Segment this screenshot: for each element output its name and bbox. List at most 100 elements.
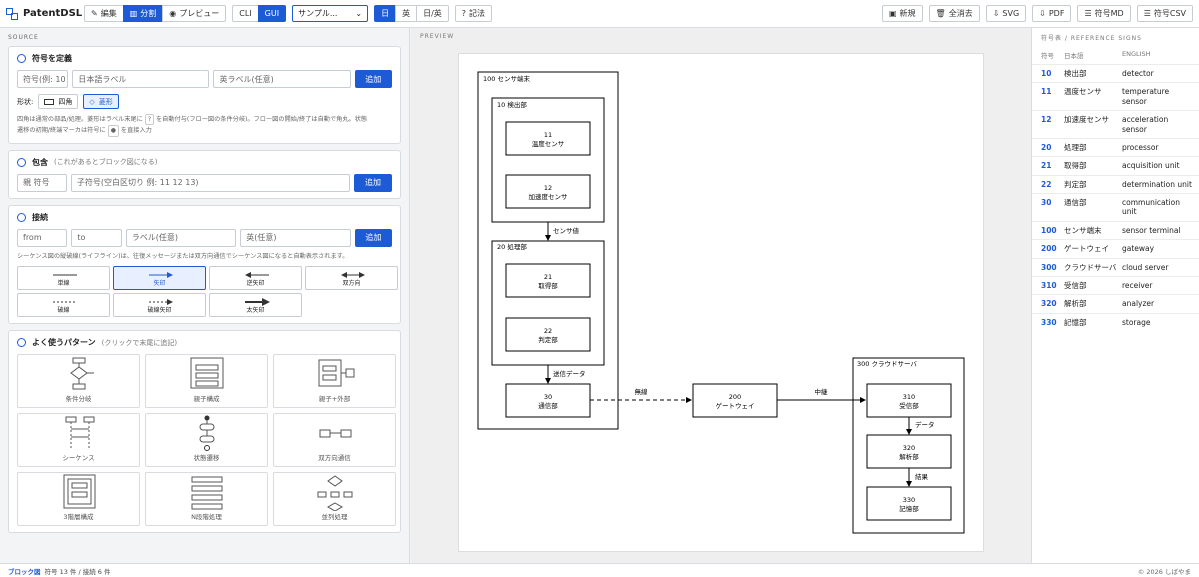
gui-button[interactable]: GUI — [257, 5, 287, 22]
pattern-parent-child-external[interactable]: 親子+外部 — [273, 354, 396, 409]
define-symbol-header: 符号を定義 — [17, 53, 392, 64]
connection-english-input[interactable]: 英(任意) — [240, 228, 351, 247]
add-contain-button[interactable]: 追加 — [354, 173, 392, 192]
pattern-n-stage[interactable]: N段階処理 — [145, 472, 268, 527]
pencil-icon: ✎ — [91, 9, 98, 18]
pattern-condition-branch[interactable]: 条件分岐 — [17, 354, 140, 409]
pattern-parent-child[interactable]: 親子構成 — [145, 354, 268, 409]
list-icon: ☰ — [1084, 9, 1092, 18]
diagram-mode-badge: ブロック図 — [8, 567, 41, 576]
children-symbol-input[interactable]: 子符号(空白区切り 例: 11 12 13) — [70, 173, 351, 192]
arrow-style-grid: 単線 矢印 逆矢印 双方向 破線 破線矢印 太矢印 — [17, 266, 398, 318]
view-mode-group: ✎ 編集 ▥ 分割 ◉ プレビュー — [84, 5, 227, 22]
pattern-parallel[interactable]: 並列処理 — [273, 472, 396, 527]
preview-button[interactable]: ◉ プレビュー — [162, 5, 227, 22]
block-diagram: .b { fill: none; stroke: #000; stroke-wi… — [477, 71, 965, 534]
reference-header: 符号 日本語 ENGLISH — [1041, 50, 1151, 60]
thick-arrow-style-button[interactable]: 太矢印 — [209, 293, 302, 318]
rect-shape-button[interactable]: 四角 — [38, 94, 79, 109]
new-file-icon: ▣ — [888, 9, 897, 18]
pattern-grid: 条件分岐 親子構成 親子+外部 シーケンス 状態遷移 双方向通信 3階層構成 N… — [17, 354, 396, 527]
contain-header: 包含 (これがあるとブロック図になる) — [17, 157, 392, 168]
add-symbol-button[interactable]: 追加 — [354, 70, 392, 88]
export-pdf-button[interactable]: ⇩ PDF — [1032, 5, 1072, 22]
to-input[interactable]: to — [71, 228, 122, 247]
notation-button[interactable]: ? 記法 — [454, 5, 493, 22]
symbol-md-button[interactable]: ☰ 符号MD — [1077, 5, 1131, 22]
svg-text:30: 30 — [544, 393, 552, 401]
svg-text:判定部: 判定部 — [538, 335, 558, 344]
dot-key: ● — [107, 125, 119, 137]
dashed-arrow-style-button[interactable]: 破線矢印 — [113, 293, 206, 318]
reverse-arrow-style-button[interactable]: 逆矢印 — [209, 266, 302, 291]
sample-select[interactable]: サンプル... ⌄ — [292, 5, 369, 22]
from-input[interactable]: from — [17, 228, 68, 247]
preview-section-title: PREVIEW — [420, 33, 455, 40]
dashed-style-button[interactable]: 破線 — [17, 293, 110, 318]
svg-text:200: 200 — [729, 393, 741, 401]
eye-icon: ◉ — [169, 9, 177, 18]
edge-sensor-value-label: センサ値 — [553, 226, 580, 235]
symbol-number-input[interactable]: 符号(例: 10 — [17, 70, 69, 88]
split-button[interactable]: ▥ 分割 — [122, 5, 164, 22]
source-panel: SOURCE 符号を定義 符号(例: 10 日本語ラベル 英ラベル(任意) 追加… — [0, 28, 410, 563]
n-stage-icon — [191, 476, 223, 510]
table-row: 310 受信部 receiver — [1032, 275, 1199, 294]
diamond-icon: ◇ — [89, 97, 95, 106]
edge-result-label: 結果 — [915, 472, 929, 481]
table-row: 320 解析部 analyzer — [1032, 294, 1199, 312]
shape-label: 形状: — [17, 97, 34, 106]
brand: PatentDSL — [6, 7, 84, 20]
edge-relay-label: 中継 — [815, 387, 829, 396]
lang-en-button[interactable]: 英 — [395, 5, 418, 22]
table-row: 200 ゲートウェイ gateway — [1032, 239, 1199, 257]
shape-help-text: 四角は通常の部品/処理。菱形はラベル末尾に ? を自動付与(フロー図の条件分岐)… — [17, 114, 392, 137]
right-toolbar: ▣ 新規 🗑 全消去 ⇩ SVG ⇩ PDF ☰ 符号MD ☰ 符号CSV — [881, 5, 1193, 22]
define-symbol-card: 符号を定義 符号(例: 10 日本語ラベル 英ラベル(任意) 追加 形状: 四角… — [8, 46, 401, 144]
parallel-processing-icon — [317, 475, 353, 512]
svg-text:通信部: 通信部 — [538, 401, 558, 410]
table-row: 11 温度センサ temperature sensor — [1032, 82, 1199, 110]
block-300-label: 300 クラウドサーバ — [857, 360, 917, 368]
app-title: PatentDSL — [23, 8, 83, 19]
symbol-icon — [17, 54, 26, 63]
table-row: 100 センサ端末 sensor terminal — [1032, 220, 1199, 239]
export-svg-button[interactable]: ⇩ SVG — [985, 5, 1027, 22]
svg-text:解析部: 解析部 — [899, 452, 919, 461]
contain-icon — [17, 157, 26, 167]
sequence-icon — [65, 416, 95, 449]
edge-wireless-label: 無線 — [635, 387, 649, 396]
svg-text:受信部: 受信部 — [899, 401, 919, 410]
download-icon: ⇩ — [1039, 9, 1046, 18]
edit-button[interactable]: ✎ 編集 — [84, 5, 124, 22]
symbol-csv-button[interactable]: ☰ 符号CSV — [1136, 5, 1193, 22]
svg-text:取得部: 取得部 — [538, 281, 558, 290]
add-connection-button[interactable]: 追加 — [354, 228, 393, 247]
clear-all-button[interactable]: 🗑 全消去 — [928, 5, 980, 22]
english-label-input[interactable]: 英ラベル(任意) — [213, 70, 351, 88]
pattern-bidirectional[interactable]: 双方向通信 — [273, 413, 396, 468]
pattern-sequence[interactable]: シーケンス — [17, 413, 140, 468]
lang-ja-button[interactable]: 日 — [374, 5, 397, 22]
parent-symbol-input[interactable]: 親 符号 — [17, 173, 67, 192]
contain-inputs: 親 符号 子符号(空白区切り 例: 11 12 13) 追加 — [17, 173, 392, 192]
diagram-paper: .b { fill: none; stroke: #000; stroke-wi… — [458, 53, 984, 552]
state-transition-icon — [199, 415, 215, 452]
arrow-style-button[interactable]: 矢印 — [113, 266, 206, 291]
sequence-help-text: シーケンス図の縦破線(ライフライン)は、往復メッセージまたは双方向通信でシーケン… — [17, 252, 349, 260]
table-row: 30 通信部 communication unit — [1032, 193, 1199, 221]
cli-button[interactable]: CLI — [232, 5, 259, 22]
condition-branch-icon — [70, 357, 94, 390]
lang-both-button[interactable]: 日/英 — [416, 5, 449, 22]
connection-label-input[interactable]: ラベル(任意) — [125, 228, 237, 247]
pattern-three-tier[interactable]: 3階層構成 — [17, 472, 140, 527]
line-style-button[interactable]: 単線 — [17, 266, 110, 291]
diamond-shape-button[interactable]: ◇ 菱形 — [83, 94, 119, 109]
pattern-state-transition[interactable]: 状態遷移 — [145, 413, 268, 468]
svg-text:330: 330 — [903, 496, 915, 504]
patentdsl-logo-icon — [6, 7, 18, 20]
list-icon: ☰ — [1143, 9, 1151, 18]
japanese-label-input[interactable]: 日本語ラベル — [72, 70, 210, 88]
new-button[interactable]: ▣ 新規 — [881, 5, 923, 22]
bidirectional-style-button[interactable]: 双方向 — [305, 266, 398, 291]
